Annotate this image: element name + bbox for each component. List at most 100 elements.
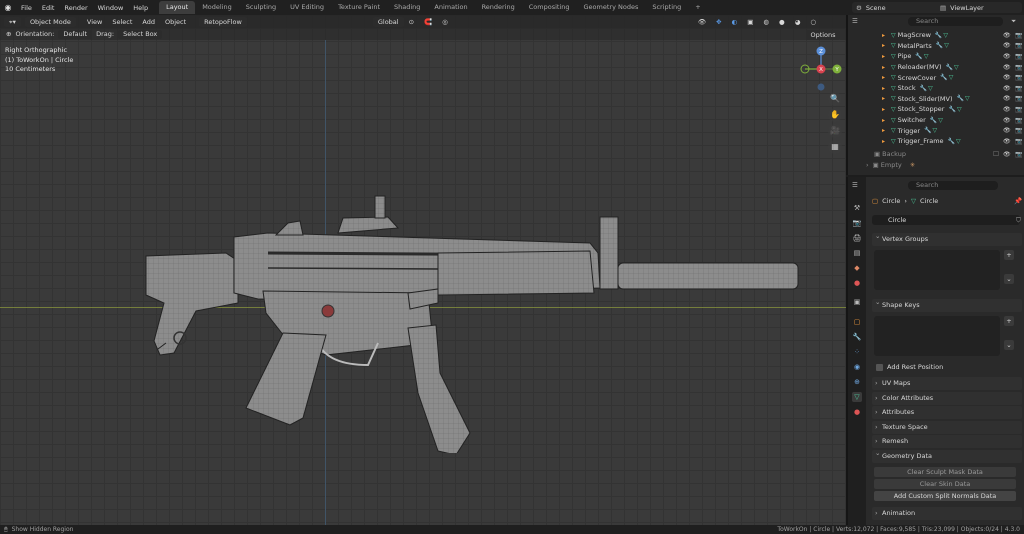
menu-render[interactable]: Render: [59, 4, 92, 12]
collapse-triangle-icon[interactable]: ▸: [882, 42, 890, 49]
render-camera-icon[interactable]: 📷: [1015, 106, 1022, 113]
properties-editor-icon[interactable]: ☰: [852, 181, 858, 189]
proportional-edit-icon[interactable]: ◎: [437, 17, 453, 27]
physics-tab-icon[interactable]: ◉: [852, 362, 862, 372]
menu-view[interactable]: View: [82, 17, 107, 27]
blender-logo-icon[interactable]: ◉: [0, 3, 16, 12]
output-tab-icon[interactable]: 🖨: [852, 233, 862, 243]
outliner-item[interactable]: ▸ ▽ Pipe 🔧 ▽ 👁 📷: [848, 51, 1024, 62]
camera-view-icon[interactable]: 🎥: [828, 124, 842, 138]
render-tab-icon[interactable]: 📷: [852, 218, 862, 228]
properties-search-input[interactable]: Search: [908, 181, 998, 190]
attributes-panel[interactable]: Attributes: [872, 406, 1022, 419]
add-workspace-button[interactable]: +: [688, 1, 707, 14]
render-camera-icon[interactable]: 📷: [1015, 74, 1022, 81]
collapse-triangle-icon[interactable]: ▸: [882, 127, 890, 134]
options-button[interactable]: Options: [806, 30, 840, 40]
collapse-triangle-icon[interactable]: ▸: [882, 138, 890, 145]
tab-scripting[interactable]: Scripting: [645, 1, 688, 14]
visibility-eye-icon[interactable]: 👁: [1003, 85, 1011, 92]
outliner-item[interactable]: ▸ ▽ Stock 🔧 ▽ 👁 📷: [848, 83, 1024, 94]
outliner-item[interactable]: ▸ ▽ Stock_Stopper 🔧 ▽ 👁 📷: [848, 104, 1024, 115]
world-tab-icon[interactable]: ●: [852, 278, 862, 288]
menu-window[interactable]: Window: [93, 4, 129, 12]
visibility-eye-icon[interactable]: 👁: [1003, 64, 1011, 71]
vertex-groups-panel[interactable]: Vertex Groups: [872, 230, 1022, 246]
snap-icon[interactable]: 🧲: [419, 17, 437, 27]
constraints-tab-icon[interactable]: ⊕: [852, 377, 862, 387]
tab-animation[interactable]: Animation: [427, 1, 474, 14]
drag-dropdown[interactable]: Select Box: [118, 29, 163, 39]
collapse-triangle-icon[interactable]: ▸: [882, 64, 890, 71]
render-camera-icon[interactable]: 📷: [1015, 95, 1022, 102]
add-rest-position-checkbox[interactable]: [876, 363, 883, 371]
zoom-icon[interactable]: 🔍: [828, 92, 842, 106]
collapse-triangle-icon[interactable]: ▸: [882, 95, 890, 102]
render-camera-icon[interactable]: 📷: [1015, 42, 1022, 49]
tab-shading[interactable]: Shading: [387, 1, 427, 14]
tab-sculpting[interactable]: Sculpting: [239, 1, 283, 14]
shading-material-icon[interactable]: ◕: [790, 17, 806, 27]
render-camera-icon[interactable]: 📷: [1015, 32, 1022, 39]
menu-help[interactable]: Help: [128, 4, 153, 12]
view-layer-selector[interactable]: ▤ ViewLayer: [936, 2, 1022, 13]
collapse-triangle-icon[interactable]: ▸: [882, 85, 890, 92]
menu-file[interactable]: File: [16, 4, 37, 12]
render-camera-icon[interactable]: 📷: [1015, 53, 1022, 60]
outliner-editor-icon[interactable]: ☰: [852, 17, 858, 25]
tab-texture-paint[interactable]: Texture Paint: [331, 1, 387, 14]
3d-viewport[interactable]: ⌖▾ Object Mode View Select Add Object Re…: [0, 15, 846, 525]
add-shape-key-button[interactable]: +: [1004, 316, 1014, 326]
visibility-eye-icon[interactable]: 👁: [1003, 138, 1011, 145]
visibility-eye-icon[interactable]: 👁: [1003, 74, 1011, 81]
visibility-eye-icon[interactable]: 👁: [1003, 117, 1011, 124]
outliner-collection[interactable]: ▣ Backup ☐ 👁 📷: [848, 149, 1024, 160]
add-rest-position-row[interactable]: Add Rest Position: [876, 363, 943, 371]
editor-type-icon[interactable]: ⌖▾: [4, 16, 21, 27]
outliner-item[interactable]: ▸ ▽ Trigger 🔧 ▽ 👁 📷: [848, 125, 1024, 136]
filter-icon[interactable]: ⏷: [1011, 17, 1016, 26]
visibility-eye-icon[interactable]: 👁: [1003, 32, 1011, 39]
animation-panel[interactable]: Animation: [872, 507, 1022, 520]
overlays-icon[interactable]: ◐: [727, 17, 743, 27]
xray-icon[interactable]: ▣: [742, 17, 758, 27]
shading-rendered-icon[interactable]: ○: [805, 17, 821, 27]
mp5-mesh-model[interactable]: [138, 193, 802, 453]
particles-tab-icon[interactable]: ⁘: [852, 347, 862, 357]
expand-icon[interactable]: ›: [866, 161, 869, 169]
visibility-eye-icon[interactable]: 👁: [1003, 42, 1011, 49]
visibility-eye-icon[interactable]: 👁: [1003, 106, 1011, 113]
material-tab-icon[interactable]: ●: [852, 407, 862, 417]
outliner-item[interactable]: ▸ ▽ MagScrew 🔧 ▽ 👁 📷: [848, 30, 1024, 41]
tab-modeling[interactable]: Modeling: [195, 1, 239, 14]
render-camera-icon[interactable]: 📷: [1015, 138, 1022, 145]
ortho-grid-icon[interactable]: ▦: [828, 140, 842, 154]
outliner-item[interactable]: ▸ ▽ MetalParts 🔧 ▽ 👁 📷: [848, 41, 1024, 52]
scene-selector[interactable]: ⚙ Scene: [852, 2, 948, 13]
checkbox-icon[interactable]: ☐: [993, 150, 999, 158]
transform-orientation-dropdown[interactable]: Global: [372, 16, 404, 27]
tab-geometry-nodes[interactable]: Geometry Nodes: [577, 1, 646, 14]
render-camera-icon[interactable]: 📷: [1015, 151, 1022, 158]
texture-space-panel[interactable]: Texture Space: [872, 421, 1022, 434]
visibility-eye-icon[interactable]: 👁: [1003, 127, 1011, 134]
vertex-group-menu-button[interactable]: ⌄: [1004, 274, 1014, 284]
pin-icon[interactable]: 📌: [1014, 197, 1022, 205]
visibility-eye-icon[interactable]: 👁: [1003, 151, 1011, 158]
color-attributes-panel[interactable]: Color Attributes: [872, 392, 1022, 405]
outliner-search-input[interactable]: Search: [908, 17, 1003, 26]
collapse-triangle-icon[interactable]: ▸: [882, 53, 890, 60]
render-camera-icon[interactable]: 📷: [1015, 64, 1022, 71]
shading-solid-icon[interactable]: ●: [774, 17, 790, 27]
shading-wireframe-icon[interactable]: ◍: [758, 17, 774, 27]
geometry-data-panel[interactable]: Geometry Data: [872, 447, 1022, 463]
outliner-item[interactable]: ▸ ▽ ScrewCover 🔧 ▽ 👁 📷: [848, 72, 1024, 83]
collapse-triangle-icon[interactable]: ▸: [882, 117, 890, 124]
scene-tab-icon[interactable]: ◆: [852, 263, 862, 273]
collapse-triangle-icon[interactable]: ▸: [882, 106, 890, 113]
outliner-item[interactable]: ▸ ▽ Switcher 🔧 ▽ 👁 📷: [848, 115, 1024, 126]
remesh-panel[interactable]: Remesh: [872, 435, 1022, 448]
menu-object[interactable]: Object: [160, 17, 191, 27]
menu-edit[interactable]: Edit: [37, 4, 60, 12]
render-camera-icon[interactable]: 📷: [1015, 85, 1022, 92]
